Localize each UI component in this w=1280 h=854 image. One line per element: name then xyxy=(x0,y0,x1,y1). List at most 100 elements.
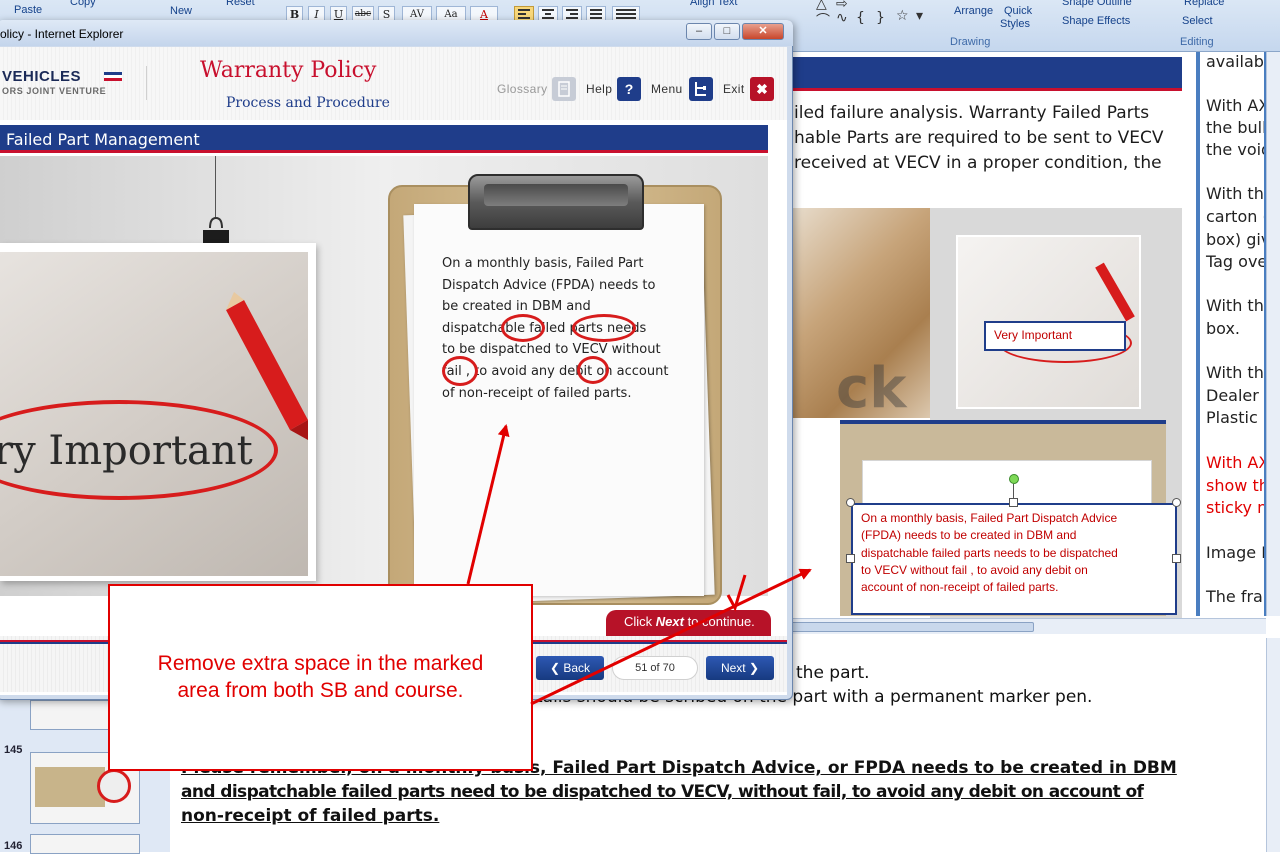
replace-button[interactable]: Replace xyxy=(1184,0,1224,8)
resize-handle[interactable] xyxy=(1172,498,1181,507)
brace-shape-icon[interactable]: { xyxy=(856,10,865,26)
resize-handle[interactable] xyxy=(1172,554,1181,563)
select-button[interactable]: Select xyxy=(1182,15,1213,27)
shape-outline-button[interactable]: Shape Outline xyxy=(1062,0,1132,8)
resize-handle[interactable] xyxy=(846,498,855,507)
section-title: Failed Part Management xyxy=(6,130,200,149)
resize-handle[interactable] xyxy=(1009,498,1018,507)
text-box-line: account of non-receipt of failed parts. xyxy=(861,580,1059,594)
align-text-button[interactable]: Align Text xyxy=(690,0,738,8)
horizontal-scrollbar[interactable] xyxy=(790,618,1266,634)
doc-line: With the xyxy=(1206,363,1264,382)
help-icon[interactable]: ? xyxy=(617,77,641,101)
slide-thumbnail[interactable] xyxy=(30,834,140,854)
close-brace-shape-icon[interactable]: } xyxy=(876,10,885,26)
restore-button[interactable]: □ xyxy=(714,23,740,40)
close-window-button[interactable]: ✕ xyxy=(742,23,784,40)
note-line: be created in DBM and xyxy=(442,299,591,314)
continue-prefix: Click xyxy=(624,614,656,629)
doc-line: Plastic b xyxy=(1206,408,1264,427)
text-box-line: On a monthly basis, Failed Part Dispatch… xyxy=(861,511,1118,525)
back-button[interactable]: ❮ Back xyxy=(536,656,604,680)
quick-styles-button-line2[interactable]: Styles xyxy=(1000,18,1030,30)
window-title: olicy - Internet Explorer xyxy=(0,27,124,41)
menu-label[interactable]: Menu xyxy=(651,82,683,96)
hanging-string xyxy=(215,156,216,218)
star-shape-icon[interactable]: ☆ xyxy=(896,8,909,24)
reset-button[interactable]: Reset xyxy=(226,0,255,8)
text-box-line: (FPDA) needs to be created in DBM and xyxy=(861,528,1077,542)
course-subtitle: Process and Procedure xyxy=(226,95,390,111)
vertical-scrollbar[interactable] xyxy=(1266,52,1280,616)
arrange-button[interactable]: Arrange xyxy=(954,5,993,17)
photo-watermark: ck xyxy=(836,356,907,421)
brand-logo-text: VEHICLES xyxy=(2,68,82,85)
slide-number: 145 xyxy=(4,744,23,756)
doc-line: With AX xyxy=(1206,453,1264,472)
glossary-icon[interactable] xyxy=(552,77,576,101)
boxes-photo: ck xyxy=(790,208,930,421)
slide-body-line: iled failure analysis. Warranty Failed P… xyxy=(794,103,1150,123)
freeform-shape-icon[interactable]: ∿ xyxy=(836,10,848,26)
copy-button[interactable]: Copy xyxy=(70,0,96,8)
header-divider xyxy=(146,66,147,100)
continue-instruction: Click Next to continue. xyxy=(624,614,755,629)
notes-line: the part. xyxy=(796,663,870,683)
note-line: Dispatch Advice (FPDA) needs to xyxy=(442,278,656,293)
scrollbar-thumb[interactable] xyxy=(790,622,1034,632)
brand-flag-icon xyxy=(104,72,122,81)
note-line: to be dispatched to VECV without xyxy=(442,342,661,357)
quick-styles-button[interactable]: Quick xyxy=(1004,5,1032,17)
continue-next-word: Next xyxy=(655,614,684,629)
slide-number: 146 xyxy=(4,840,23,852)
callout-text: area from both SB and course. xyxy=(177,679,464,702)
new-slide-button[interactable]: New xyxy=(170,5,192,17)
doc-line: availab xyxy=(1206,52,1264,71)
resize-handle[interactable] xyxy=(846,554,855,563)
next-button[interactable]: Next ❯ xyxy=(706,656,774,680)
continue-suffix: to continue. xyxy=(683,614,755,629)
notes-scrollbar[interactable] xyxy=(1266,638,1280,852)
very-important-photo: Very Important xyxy=(956,235,1141,409)
selected-text-box[interactable]: On a monthly basis, Failed Part Dispatch… xyxy=(851,503,1177,615)
doc-line: Dealer N xyxy=(1206,386,1264,405)
extra-space-marker xyxy=(501,314,545,342)
notes-para-line: and dispatchable failed parts need to be… xyxy=(181,782,1144,802)
rotate-handle[interactable] xyxy=(1009,474,1019,484)
page-counter: 51 of 70 xyxy=(612,656,698,680)
doc-line: box) giv xyxy=(1206,230,1264,249)
doc-line: Tag ove xyxy=(1206,252,1264,271)
text-box-line: to VECV without fail , to avoid any debi… xyxy=(861,563,1088,577)
note-line: On a monthly basis, Failed Part xyxy=(442,256,644,271)
paste-button[interactable]: Paste xyxy=(14,4,42,16)
curve-shape-icon[interactable]: ⌒ xyxy=(816,10,830,30)
menu-icon[interactable] xyxy=(689,77,713,101)
doc-line: With the xyxy=(1206,296,1264,315)
extra-space-marker xyxy=(572,314,636,342)
rotate-handle-stem xyxy=(1013,484,1014,498)
course-title: Warranty Policy xyxy=(200,58,377,83)
doc-line: show th xyxy=(1206,476,1264,495)
exit-label[interactable]: Exit xyxy=(723,82,745,96)
glossary-label[interactable]: Glossary xyxy=(497,82,548,96)
minimize-button[interactable]: – xyxy=(686,23,712,40)
notes-para-line: non-receipt of failed parts. xyxy=(181,806,440,826)
doc-line: sticky n xyxy=(1206,498,1264,517)
right-document: availab With AX the bull the void With t… xyxy=(1200,52,1264,616)
doc-line: With AX xyxy=(1206,96,1264,115)
more-shapes-icon[interactable]: ▾ xyxy=(916,8,923,24)
doc-line: The fran xyxy=(1206,587,1264,606)
doc-line: Image II xyxy=(1206,543,1264,562)
exit-icon[interactable]: ✖ xyxy=(750,77,774,101)
slide-header-bar xyxy=(790,57,1182,91)
shape-effects-button[interactable]: Shape Effects xyxy=(1062,15,1130,27)
extra-space-marker xyxy=(442,356,478,386)
help-label[interactable]: Help xyxy=(586,82,612,96)
drawing-group-label: Drawing xyxy=(950,36,991,48)
doc-line: the bull xyxy=(1206,118,1264,137)
brand-subtitle: ORS JOINT VENTURE xyxy=(2,86,107,96)
shapes-gallery[interactable]: △ ⇨ ⌒ ∿ { } ☆ ▾ xyxy=(812,0,942,34)
doc-line: With the xyxy=(1206,184,1264,203)
doc-line: box. xyxy=(1206,319,1241,338)
doc-line: carton ( xyxy=(1206,207,1264,226)
